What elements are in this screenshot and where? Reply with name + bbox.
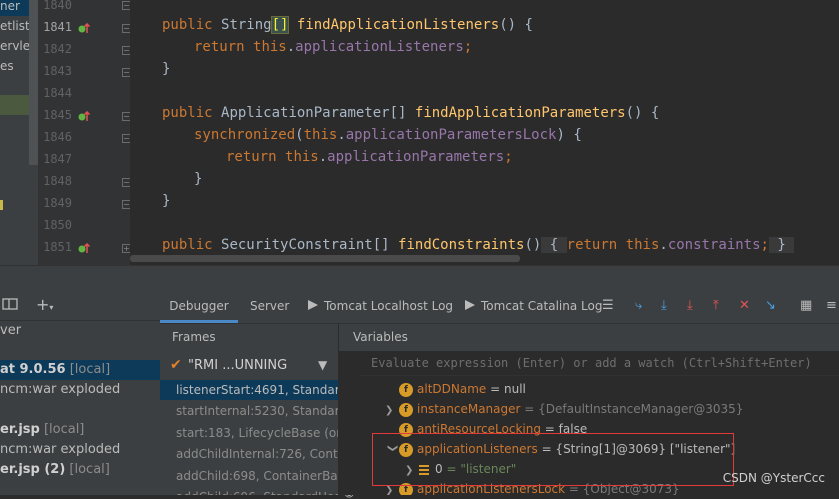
step-out-icon[interactable]: ⤒ <box>713 298 719 314</box>
watermark: CSDN @YsterCcc <box>722 471 825 485</box>
frames-panel: Frames ✔ "RMI ...UNNING ▼ listenerStart:… <box>160 324 339 495</box>
tab-debugger[interactable]: Debugger <box>160 290 238 323</box>
line-number: 1850 <box>43 218 72 232</box>
services-item[interactable]: er.jsp (2) [local] <box>0 460 110 480</box>
tab-server[interactable]: Server <box>250 290 289 323</box>
tab-tomcat-localhost-log[interactable]: Tomcat Localhost Log <box>308 290 453 323</box>
variable-row[interactable]: f altDDName = null <box>385 379 526 399</box>
frame-item[interactable]: addChildInternal:726, Conta <box>160 444 338 464</box>
code-line-1842: return this.applicationListeners; <box>194 39 473 55</box>
editor-gutter: 1840 1841 1842 1843 1844 1845 1846 1847 … <box>38 0 131 265</box>
frame-item[interactable]: startInternal:5230, Standard <box>160 401 338 421</box>
code-line-1851: public SecurityConstraint[] findConstrai… <box>162 237 795 253</box>
project-tree-panel: ner etlister ervlet es <box>0 0 38 265</box>
tab-tomcat-catalina-log[interactable]: Tomcat Catalina Log <box>465 290 602 323</box>
drop-frame-icon[interactable]: ✕ <box>739 298 750 314</box>
services-item[interactable]: ncm:war exploded <box>0 380 120 400</box>
evaluate-placeholder: Evaluate expression (Enter) or add a wat… <box>371 356 812 370</box>
frame-item[interactable]: addChild:696, StandardHost <box>160 487 338 495</box>
line-number: 1845 <box>43 108 72 122</box>
evaluate-expression-input[interactable]: Evaluate expression (Enter) or add a wat… <box>361 352 839 376</box>
menu-icon[interactable]: ☰ <box>602 298 614 314</box>
debug-tool-window-header <box>0 265 839 291</box>
step-over-icon[interactable]: ⤓ <box>661 298 667 314</box>
change-marker <box>0 200 3 210</box>
filter-icon[interactable]: ▼ <box>318 358 327 372</box>
project-tree-scrollbar[interactable] <box>29 0 38 165</box>
variables-header-bar: Variables <box>339 324 839 351</box>
implements-icon[interactable] <box>78 21 91 38</box>
field-icon: f <box>399 402 413 417</box>
step-into-icon[interactable]: ⤓ <box>687 298 693 314</box>
line-number: 1847 <box>43 152 72 166</box>
code-line-1849: } <box>162 193 171 209</box>
table-icon[interactable]: ▦ <box>800 298 812 314</box>
thread-name: "RMI ...UNNING <box>188 358 288 373</box>
frame-item[interactable]: addChild:698, ContainerBase <box>160 466 338 486</box>
frame-item[interactable]: start:183, LifecycleBase (org <box>160 423 338 443</box>
frames-header: Frames <box>172 330 216 344</box>
line-number: 1851 <box>43 240 72 254</box>
variables-header: Variables <box>353 330 408 344</box>
line-number: 1844 <box>43 86 72 100</box>
editor-horizontal-scrollbar[interactable] <box>130 255 520 262</box>
line-number: 1848 <box>43 174 72 188</box>
code-line-1841: public String[] findApplicationListeners… <box>162 16 533 34</box>
services-toolbar: +▾ <box>0 290 160 321</box>
services-item[interactable]: ncm:war exploded <box>0 440 120 460</box>
run-to-cursor-icon[interactable]: ↘ <box>765 298 776 314</box>
code-line-1845: public ApplicationParameter[] findApplic… <box>162 105 660 121</box>
variable-row[interactable]: ❯ f instanceManager = {DefaultInstanceMana… <box>385 399 743 419</box>
line-number: 1849 <box>43 196 72 210</box>
show-execution-point-icon[interactable]: ⤷ <box>635 298 642 314</box>
code-line-1846: synchronized(this.applicationParametersL… <box>194 127 582 143</box>
line-number: 1846 <box>43 130 72 144</box>
expand-arrow-icon[interactable]: ❯ <box>385 401 399 421</box>
log-icon <box>308 300 318 310</box>
frame-item[interactable]: listenerStart:4691, Standard <box>160 380 338 400</box>
thread-selector[interactable]: ✔ "RMI ...UNNING ▼ <box>160 352 338 380</box>
line-number: 1843 <box>43 64 72 78</box>
log-icon <box>465 300 475 310</box>
debug-tabs-bar: Debugger Server Tomcat Localhost Log Tom… <box>160 290 839 324</box>
implements-icon[interactable] <box>78 241 91 258</box>
field-icon: f <box>399 382 413 397</box>
code-line-1848: } <box>194 171 203 187</box>
project-tree-item-label: ner <box>0 0 20 13</box>
annotation-highlight-box <box>372 433 734 486</box>
implements-icon[interactable] <box>78 109 91 126</box>
services-item[interactable]: er.jsp [local] <box>0 420 84 440</box>
project-tree-item-label: es <box>0 59 14 73</box>
layout-icon[interactable] <box>2 296 18 315</box>
services-item[interactable]: ver <box>0 321 21 341</box>
line-number: 1842 <box>43 42 72 56</box>
project-tree-item[interactable]: es <box>0 56 14 76</box>
code-editor[interactable]: public String[] findApplicationListeners… <box>130 0 839 265</box>
settings-icon[interactable]: ≡ <box>826 298 837 314</box>
add-service-icon[interactable]: +▾ <box>36 295 53 314</box>
line-number: 1841 <box>43 20 72 34</box>
services-panel: +▾ ver at 9.0.56 [local] ncm:war explode… <box>0 290 161 495</box>
project-tree-highlight <box>0 95 29 115</box>
check-icon: ✔ <box>170 357 182 373</box>
code-line-1843: } <box>162 61 171 77</box>
code-line-1847: return this.applicationParameters; <box>226 149 513 165</box>
line-number: 1840 <box>43 0 72 12</box>
services-item-tomcat[interactable]: at 9.0.56 [local] <box>0 360 160 380</box>
